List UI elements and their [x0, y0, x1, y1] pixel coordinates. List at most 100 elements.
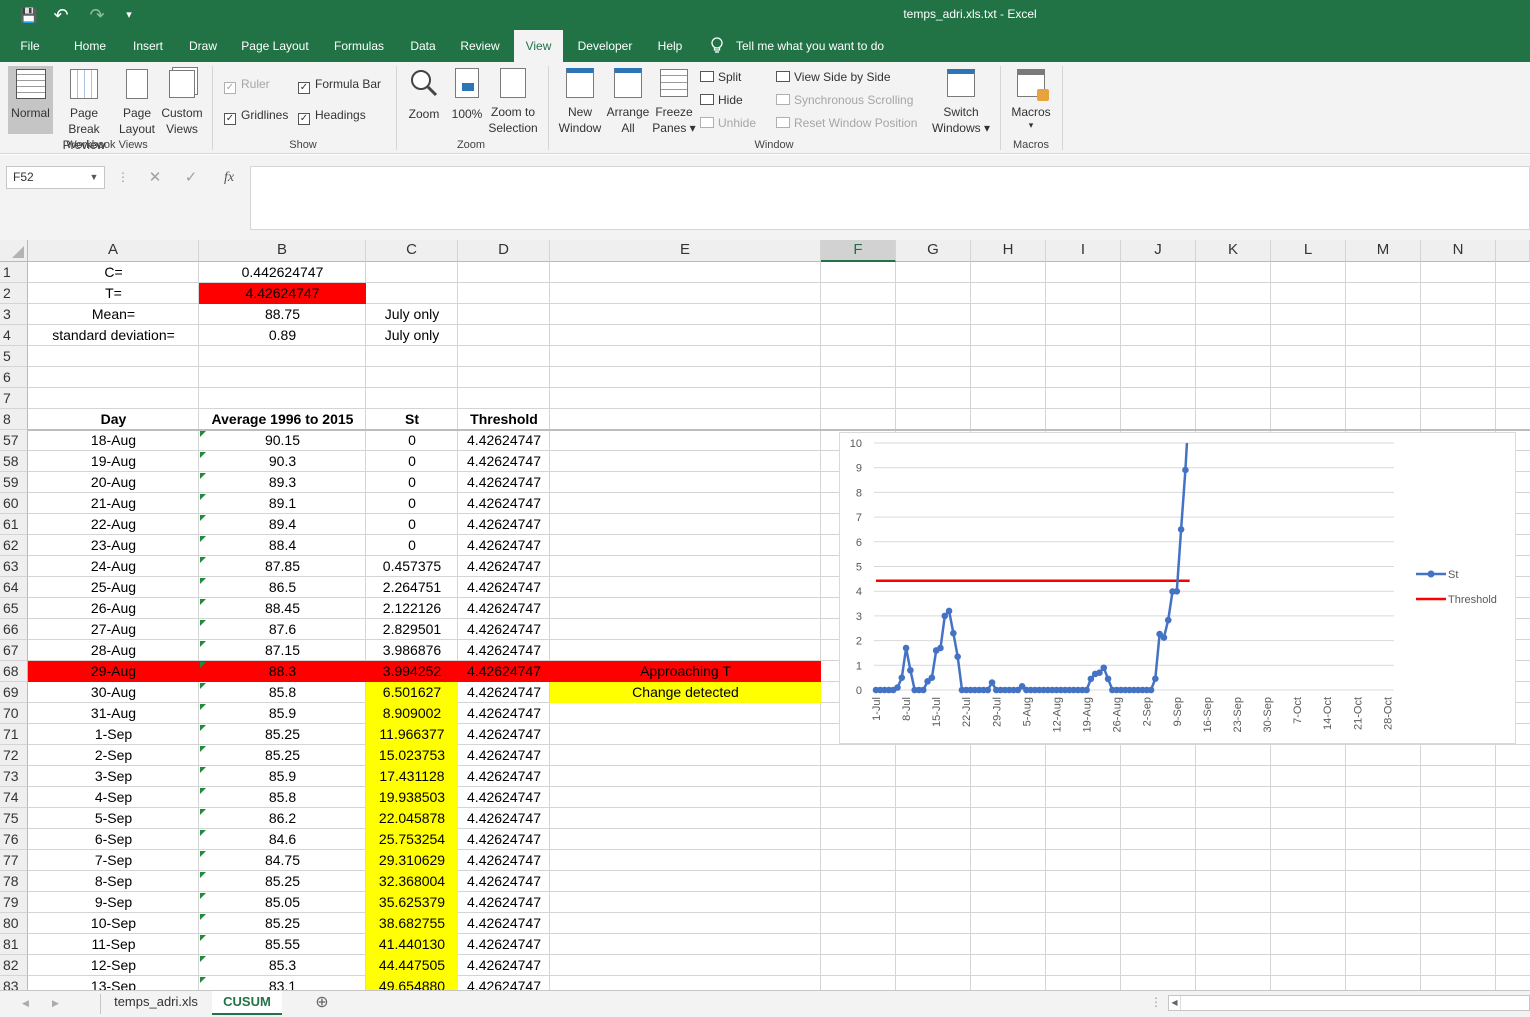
row-header[interactable]: 73 — [0, 766, 28, 787]
gridlines-checkbox[interactable]: ✓ Gridlines — [224, 106, 288, 125]
cell-b[interactable]: 85.25 — [199, 913, 366, 934]
cell-b[interactable] — [199, 346, 366, 367]
cell-e-note[interactable] — [550, 640, 821, 661]
insert-function-icon[interactable]: fx — [216, 166, 242, 190]
cell-d[interactable]: 4.42624747 — [458, 934, 550, 955]
cell-d[interactable]: 4.42624747 — [458, 913, 550, 934]
cell-a[interactable]: 19-Aug — [28, 451, 199, 472]
tab-developer[interactable]: Developer — [570, 30, 640, 62]
column-header-m[interactable]: M — [1346, 240, 1421, 262]
column-header-a[interactable]: A — [28, 240, 199, 262]
cell-c[interactable]: 0 — [366, 493, 458, 514]
unhide-button[interactable]: Unhide — [700, 114, 756, 132]
cell-e-note[interactable] — [550, 577, 821, 598]
cell-b[interactable]: 90.15 — [199, 430, 366, 451]
custom-views-button[interactable]: Custom Views — [159, 66, 205, 136]
cell-c[interactable]: 22.045878 — [366, 808, 458, 829]
page-layout-button[interactable]: Page Layout — [115, 66, 159, 136]
cell-d[interactable]: 4.42624747 — [458, 556, 550, 577]
cell-d[interactable]: 4.42624747 — [458, 892, 550, 913]
prev-sheet-icon[interactable]: ◀ — [22, 995, 38, 1011]
cell-d[interactable]: 4.42624747 — [458, 850, 550, 871]
cell-c[interactable]: 29.310629 — [366, 850, 458, 871]
row-header[interactable]: 59 — [0, 472, 28, 493]
row-header[interactable]: 68 — [0, 661, 28, 682]
cell-a[interactable]: 6-Sep — [28, 829, 199, 850]
row-header[interactable]: 76 — [0, 829, 28, 850]
row-header[interactable]: 7 — [0, 388, 28, 409]
zoom-to-selection-button[interactable]: Zoom to Selection — [486, 66, 540, 135]
cell-a[interactable]: T= — [28, 283, 199, 304]
cell-e-note[interactable]: Approaching T — [550, 661, 821, 682]
cell-d[interactable] — [458, 325, 550, 346]
column-header-n[interactable]: N — [1421, 240, 1496, 262]
customize-qat-icon[interactable]: ▾ — [120, 5, 138, 25]
cell-a[interactable]: 8-Sep — [28, 871, 199, 892]
row-header[interactable]: 2 — [0, 283, 28, 304]
cell-e-note[interactable] — [550, 514, 821, 535]
cell-c[interactable]: 0 — [366, 535, 458, 556]
name-box-dropdown-icon[interactable]: ▼ — [84, 166, 104, 189]
switch-windows-button[interactable]: Switch Windows ▾ — [930, 66, 992, 135]
cell-e-note[interactable] — [550, 451, 821, 472]
cell-d[interactable]: 4.42624747 — [458, 703, 550, 724]
cell-b[interactable]: 85.25 — [199, 724, 366, 745]
normal-view-button[interactable]: Normal — [8, 66, 53, 134]
cell-c[interactable]: 11.966377 — [366, 724, 458, 745]
cell-b[interactable] — [199, 388, 366, 409]
row-header[interactable]: 3 — [0, 304, 28, 325]
row-header[interactable]: 4 — [0, 325, 28, 346]
zoom-button[interactable]: Zoom — [402, 66, 446, 134]
cell-c[interactable]: 32.368004 — [366, 871, 458, 892]
sheet-tab-cusum[interactable]: CUSUM — [212, 991, 282, 1015]
cell-d[interactable]: 4.42624747 — [458, 724, 550, 745]
cell-a[interactable]: 9-Sep — [28, 892, 199, 913]
tab-review[interactable]: Review — [452, 30, 508, 62]
scroll-left-icon[interactable]: ◀ — [1169, 996, 1181, 1010]
cell-a[interactable] — [28, 346, 199, 367]
cell-d[interactable] — [458, 388, 550, 409]
cell-b[interactable]: 85.8 — [199, 787, 366, 808]
cell-a[interactable]: 27-Aug — [28, 619, 199, 640]
cell-e-note[interactable] — [550, 808, 821, 829]
formula-input[interactable] — [250, 166, 1530, 230]
view-side-by-side-button[interactable]: View Side by Side — [776, 68, 891, 86]
tab-draw[interactable]: Draw — [180, 30, 226, 62]
column-header-l[interactable]: L — [1271, 240, 1346, 262]
cell-d[interactable]: 4.42624747 — [458, 577, 550, 598]
row-header[interactable]: 71 — [0, 724, 28, 745]
cell-a[interactable]: 20-Aug — [28, 472, 199, 493]
cell-c[interactable]: 2.264751 — [366, 577, 458, 598]
cell-b[interactable]: 4.42624747 — [199, 283, 366, 304]
freeze-panes-button[interactable]: Freeze Panes ▾ — [652, 66, 696, 135]
cell-c[interactable]: 19.938503 — [366, 787, 458, 808]
column-header-k[interactable]: K — [1196, 240, 1271, 262]
row-header[interactable]: 1 — [0, 262, 28, 283]
cell-c[interactable]: 15.023753 — [366, 745, 458, 766]
cell-c[interactable]: 25.753254 — [366, 829, 458, 850]
cell-b[interactable]: 89.4 — [199, 514, 366, 535]
column-header-g[interactable]: G — [896, 240, 971, 262]
column-header-c[interactable]: C — [366, 240, 458, 262]
cell-a[interactable]: 22-Aug — [28, 514, 199, 535]
row-header[interactable]: 66 — [0, 619, 28, 640]
cell-e-note[interactable]: Change detected — [550, 682, 821, 703]
select-all-corner[interactable] — [0, 240, 28, 262]
cell-c[interactable]: 0 — [366, 472, 458, 493]
cell-e-note[interactable] — [550, 619, 821, 640]
cell-e-note[interactable] — [550, 598, 821, 619]
macros-button[interactable]: Macros ▾ — [1006, 66, 1056, 134]
cell-d[interactable]: 4.42624747 — [458, 955, 550, 976]
column-header-e[interactable]: E — [550, 240, 821, 262]
cell-c[interactable]: 17.431128 — [366, 766, 458, 787]
undo-icon[interactable]: ↶ — [50, 5, 72, 25]
zoom-100-button[interactable]: 100% — [448, 66, 486, 134]
horizontal-scrollbar[interactable]: ◀ — [1168, 995, 1530, 1011]
cusum-chart[interactable]: 0 1 2 3 4 5 6 7 8 9 10 1-Jul 8-Jul 15-Jul 22-Jul 29-Jul… — [839, 432, 1516, 744]
cell-e-note[interactable] — [550, 955, 821, 976]
row-header[interactable]: 64 — [0, 577, 28, 598]
cell-a[interactable]: 4-Sep — [28, 787, 199, 808]
column-header-b[interactable]: B — [199, 240, 366, 262]
cell-b[interactable]: 88.3 — [199, 661, 366, 682]
cell-d[interactable]: Threshold — [458, 409, 550, 430]
